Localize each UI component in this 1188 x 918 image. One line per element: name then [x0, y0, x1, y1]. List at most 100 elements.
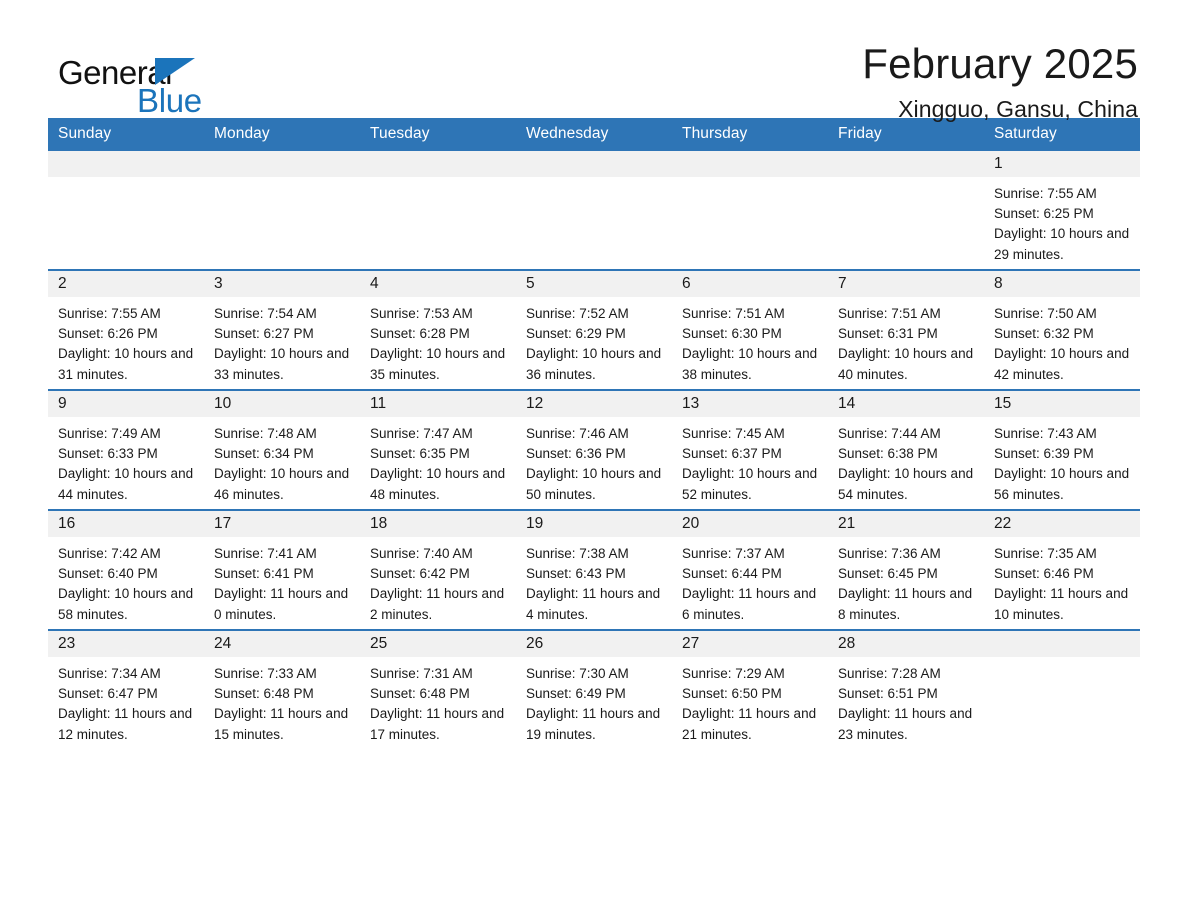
sunrise-text: Sunrise: 7:45 AM	[682, 426, 785, 441]
day-details: Sunrise: 7:55 AM Sunset: 6:25 PM Daylight:…	[984, 177, 1140, 265]
daylight-text: Daylight: 10 hours and 54 minutes.	[838, 466, 974, 502]
calendar-day-cell[interactable]: 6 Sunrise: 7:51 AM Sunset: 6:30 PM Daylight…	[672, 269, 828, 390]
calendar-day-cell[interactable]: 19 Sunrise: 7:38 AM Sunset: 6:43 PM Dayligh…	[516, 509, 672, 630]
day-details: Sunrise: 7:52 AM Sunset: 6:29 PM Daylight:…	[516, 297, 672, 385]
day-number: 11	[360, 391, 516, 417]
sunrise-text: Sunrise: 7:38 AM	[526, 546, 629, 561]
calendar-day-cell[interactable]: 28 Sunrise: 7:28 AM Sunset: 6:51 PM Dayligh…	[828, 629, 984, 749]
day-details: Sunrise: 7:29 AM Sunset: 6:50 PM Daylight:…	[672, 657, 828, 745]
calendar-week-row: 16 Sunrise: 7:42 AM Sunset: 6:40 PM Dayligh…	[48, 509, 1140, 630]
sunset-text: Sunset: 6:46 PM	[994, 566, 1094, 582]
calendar-day-cell[interactable]: 17 Sunrise: 7:41 AM Sunset: 6:41 PM Dayligh…	[204, 509, 360, 630]
sunrise-text: Sunrise: 7:29 AM	[682, 666, 785, 681]
day-details: Sunrise: 7:50 AM Sunset: 6:32 PM Daylight:…	[984, 297, 1140, 385]
weekday-header-tuesday: Tuesday	[360, 118, 516, 151]
day-number	[360, 151, 516, 177]
page-header: General Blue February 2025 Xingguo, Gans…	[48, 0, 1140, 122]
daylight-text: Daylight: 11 hours and 10 minutes.	[994, 586, 1129, 622]
calendar-day-cell[interactable]: 22 Sunrise: 7:35 AM Sunset: 6:46 PM Dayligh…	[984, 509, 1140, 630]
calendar-day-cell[interactable]: 26 Sunrise: 7:30 AM Sunset: 6:49 PM Dayligh…	[516, 629, 672, 749]
calendar-day-cell[interactable]: 10 Sunrise: 7:48 AM Sunset: 6:34 PM Dayligh…	[204, 389, 360, 510]
calendar-day-cell[interactable]: 11 Sunrise: 7:47 AM Sunset: 6:35 PM Dayligh…	[360, 389, 516, 510]
day-number: 15	[984, 391, 1140, 417]
calendar-week-row: 23 Sunrise: 7:34 AM Sunset: 6:47 PM Dayligh…	[48, 629, 1140, 749]
day-details: Sunrise: 7:41 AM Sunset: 6:41 PM Daylight:…	[204, 537, 360, 625]
daylight-text: Daylight: 11 hours and 2 minutes.	[370, 586, 505, 622]
calendar-day-cell[interactable]: 4 Sunrise: 7:53 AM Sunset: 6:28 PM Daylight…	[360, 269, 516, 390]
daylight-text: Daylight: 10 hours and 56 minutes.	[994, 466, 1130, 502]
sunrise-text: Sunrise: 7:54 AM	[214, 306, 317, 321]
sunset-text: Sunset: 6:36 PM	[526, 446, 626, 462]
day-details: Sunrise: 7:38 AM Sunset: 6:43 PM Daylight:…	[516, 537, 672, 625]
sunset-text: Sunset: 6:27 PM	[214, 326, 314, 342]
sunrise-text: Sunrise: 7:34 AM	[58, 666, 161, 681]
day-number: 16	[48, 511, 204, 537]
calendar-table: Sunday Monday Tuesday Wednesday Thursday…	[48, 118, 1140, 749]
sunrise-text: Sunrise: 7:41 AM	[214, 546, 317, 561]
sunrise-text: Sunrise: 7:35 AM	[994, 546, 1097, 561]
title-block: February 2025 Xingguo, Gansu, China	[862, 41, 1138, 123]
calendar-day-cell[interactable]: 18 Sunrise: 7:40 AM Sunset: 6:42 PM Dayligh…	[360, 509, 516, 630]
day-number: 26	[516, 631, 672, 657]
daylight-text: Daylight: 11 hours and 21 minutes.	[682, 706, 817, 742]
sunrise-text: Sunrise: 7:52 AM	[526, 306, 629, 321]
calendar-day-cell[interactable]: 3 Sunrise: 7:54 AM Sunset: 6:27 PM Daylight…	[204, 269, 360, 390]
day-number: 3	[204, 271, 360, 297]
calendar-day-cell[interactable]: 8 Sunrise: 7:50 AM Sunset: 6:32 PM Daylight…	[984, 269, 1140, 390]
calendar-cell-empty	[828, 151, 984, 270]
sunrise-text: Sunrise: 7:49 AM	[58, 426, 161, 441]
day-number: 19	[516, 511, 672, 537]
daylight-text: Daylight: 10 hours and 50 minutes.	[526, 466, 662, 502]
calendar-day-cell[interactable]: 21 Sunrise: 7:36 AM Sunset: 6:45 PM Dayligh…	[828, 509, 984, 630]
calendar-day-cell[interactable]: 9 Sunrise: 7:49 AM Sunset: 6:33 PM Daylight…	[48, 389, 204, 510]
sunset-text: Sunset: 6:37 PM	[682, 446, 782, 462]
sunrise-text: Sunrise: 7:48 AM	[214, 426, 317, 441]
calendar-cell-empty	[204, 151, 360, 270]
sunrise-text: Sunrise: 7:50 AM	[994, 306, 1097, 321]
calendar-day-cell[interactable]: 1 Sunrise: 7:55 AM Sunset: 6:25 PM Daylight…	[984, 151, 1140, 270]
calendar-day-cell[interactable]: 7 Sunrise: 7:51 AM Sunset: 6:31 PM Daylight…	[828, 269, 984, 390]
calendar-day-cell[interactable]: 20 Sunrise: 7:37 AM Sunset: 6:44 PM Dayligh…	[672, 509, 828, 630]
calendar-day-cell[interactable]: 13 Sunrise: 7:45 AM Sunset: 6:37 PM Dayligh…	[672, 389, 828, 510]
weekday-header-wednesday: Wednesday	[516, 118, 672, 151]
calendar-day-cell[interactable]: 23 Sunrise: 7:34 AM Sunset: 6:47 PM Dayligh…	[48, 629, 204, 749]
sunrise-text: Sunrise: 7:55 AM	[994, 186, 1097, 201]
calendar-cell-empty	[984, 629, 1140, 749]
daylight-text: Daylight: 11 hours and 4 minutes.	[526, 586, 661, 622]
sunrise-text: Sunrise: 7:43 AM	[994, 426, 1097, 441]
calendar-day-cell[interactable]: 2 Sunrise: 7:55 AM Sunset: 6:26 PM Daylight…	[48, 269, 204, 390]
page-subtitle: Xingguo, Gansu, China	[898, 96, 1138, 123]
day-number: 6	[672, 271, 828, 297]
day-number	[516, 151, 672, 177]
daylight-text: Daylight: 11 hours and 8 minutes.	[838, 586, 973, 622]
daylight-text: Daylight: 10 hours and 33 minutes.	[214, 346, 350, 382]
day-number	[984, 631, 1140, 657]
day-number	[48, 151, 204, 177]
calendar-day-cell[interactable]: 16 Sunrise: 7:42 AM Sunset: 6:40 PM Dayligh…	[48, 509, 204, 630]
day-number	[828, 151, 984, 177]
sunset-text: Sunset: 6:49 PM	[526, 686, 626, 702]
day-number: 20	[672, 511, 828, 537]
logo-triangle-icon	[155, 58, 195, 85]
calendar-day-cell[interactable]: 24 Sunrise: 7:33 AM Sunset: 6:48 PM Dayligh…	[204, 629, 360, 749]
calendar-day-cell[interactable]: 12 Sunrise: 7:46 AM Sunset: 6:36 PM Dayligh…	[516, 389, 672, 510]
day-details: Sunrise: 7:45 AM Sunset: 6:37 PM Daylight:…	[672, 417, 828, 505]
sunset-text: Sunset: 6:48 PM	[370, 686, 470, 702]
sunset-text: Sunset: 6:26 PM	[58, 326, 158, 342]
calendar-day-cell[interactable]: 15 Sunrise: 7:43 AM Sunset: 6:39 PM Dayligh…	[984, 389, 1140, 510]
day-number	[204, 151, 360, 177]
calendar-day-cell[interactable]: 14 Sunrise: 7:44 AM Sunset: 6:38 PM Dayligh…	[828, 389, 984, 510]
calendar-day-cell[interactable]: 27 Sunrise: 7:29 AM Sunset: 6:50 PM Dayligh…	[672, 629, 828, 749]
daylight-text: Daylight: 10 hours and 29 minutes.	[994, 226, 1130, 262]
calendar-body: 1 Sunrise: 7:55 AM Sunset: 6:25 PM Daylight…	[48, 151, 1140, 749]
generalblue-logo: General Blue	[58, 42, 318, 117]
daylight-text: Daylight: 10 hours and 52 minutes.	[682, 466, 818, 502]
day-details: Sunrise: 7:40 AM Sunset: 6:42 PM Daylight:…	[360, 537, 516, 625]
calendar-day-cell[interactable]: 5 Sunrise: 7:52 AM Sunset: 6:29 PM Daylight…	[516, 269, 672, 390]
daylight-text: Daylight: 10 hours and 35 minutes.	[370, 346, 506, 382]
calendar-day-cell[interactable]: 25 Sunrise: 7:31 AM Sunset: 6:48 PM Dayligh…	[360, 629, 516, 749]
sunrise-text: Sunrise: 7:33 AM	[214, 666, 317, 681]
weekday-header-sunday: Sunday	[48, 118, 204, 151]
day-number: 13	[672, 391, 828, 417]
daylight-text: Daylight: 10 hours and 58 minutes.	[58, 586, 194, 622]
